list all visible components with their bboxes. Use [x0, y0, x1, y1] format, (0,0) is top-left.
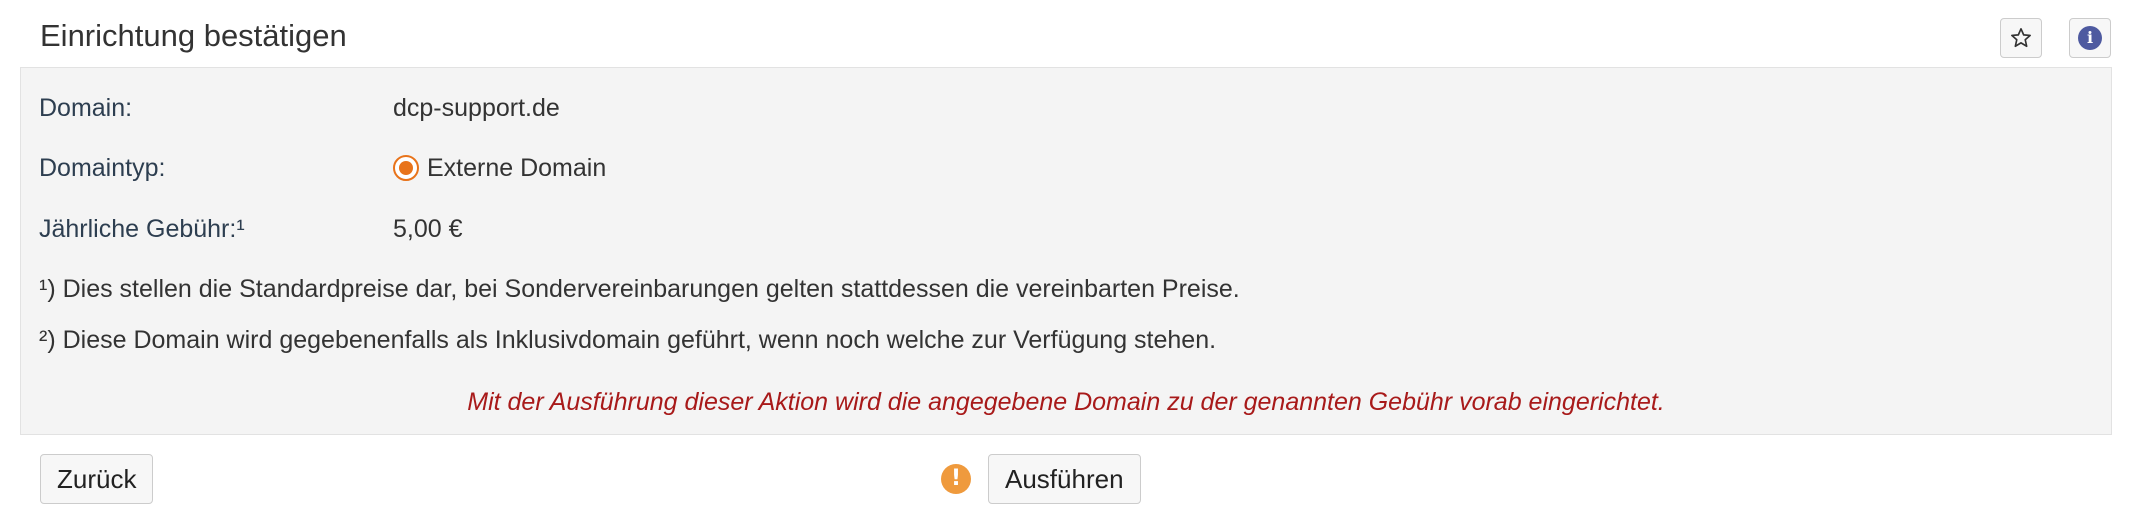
- back-button[interactable]: Zurück: [40, 454, 154, 504]
- footnote-inclusive-domain: ²) Diese Domain wird gegebenenfalls als …: [39, 326, 1217, 354]
- domaintype-option[interactable]: Externe Domain: [393, 148, 606, 188]
- exclamation-icon: !: [941, 464, 971, 494]
- fee-value: 5,00 €: [393, 215, 463, 243]
- details-panel: Domain: dcp-support.de Domaintyp: Extern…: [20, 67, 2112, 435]
- fee-row: Jährliche Gebühr:¹ 5,00 €: [39, 209, 2089, 249]
- confirm-setup-page: Einrichtung bestätigen i Domain: dcp-sup…: [0, 0, 2130, 520]
- domaintype-value: Externe Domain: [427, 154, 607, 182]
- domaintype-radio[interactable]: [393, 155, 419, 181]
- action-warning: Mit der Ausführung dieser Aktion wird di…: [467, 388, 1665, 416]
- domain-value: dcp-support.de: [393, 94, 560, 122]
- domaintype-label: Domaintyp:: [39, 154, 166, 182]
- star-icon: [2011, 28, 2031, 48]
- info-button[interactable]: i: [2069, 18, 2111, 58]
- execute-button[interactable]: Ausführen: [988, 454, 1141, 504]
- domain-label: Domain:: [39, 94, 133, 122]
- radio-selected-dot: [399, 161, 413, 175]
- page-title: Einrichtung bestätigen: [40, 18, 347, 53]
- fee-label: Jährliche Gebühr:¹: [39, 215, 245, 243]
- footnote-standard-prices: ¹) Dies stellen die Standardpreise dar, …: [39, 275, 1240, 303]
- domaintype-row: Domaintyp: Externe Domain: [39, 148, 2089, 188]
- page-header: Einrichtung bestätigen i: [20, 0, 2114, 68]
- domain-row: Domain: dcp-support.de: [39, 88, 2089, 128]
- bookmark-button[interactable]: [2000, 18, 2042, 58]
- info-icon: i: [2078, 26, 2102, 50]
